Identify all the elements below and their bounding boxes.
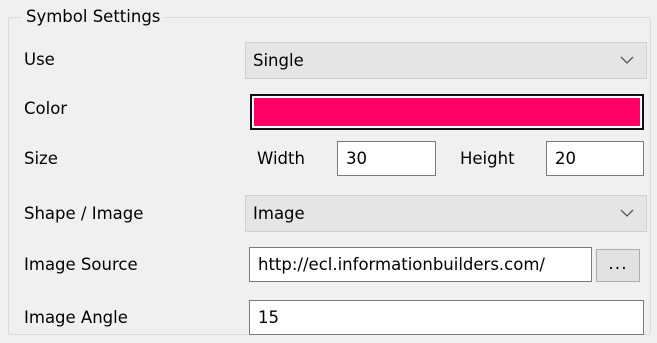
shape-image-dropdown-value: Image — [253, 204, 305, 223]
use-dropdown-value: Single — [253, 51, 304, 70]
use-label: Use — [24, 50, 55, 69]
image-angle-input[interactable]: 15 — [249, 300, 644, 335]
image-angle-label: Image Angle — [24, 308, 128, 327]
height-input[interactable]: 20 — [546, 141, 644, 176]
chevron-down-icon — [620, 209, 634, 217]
shape-image-label: Shape / Image — [24, 204, 144, 223]
width-input[interactable]: 30 — [337, 141, 436, 176]
chevron-down-icon — [620, 56, 634, 64]
use-dropdown[interactable]: Single — [245, 42, 647, 79]
shape-image-dropdown[interactable]: Image — [245, 195, 647, 232]
browse-button[interactable]: ... — [596, 249, 640, 282]
color-swatch — [254, 98, 640, 126]
size-label: Size — [24, 149, 58, 168]
height-label: Height — [460, 149, 515, 168]
image-source-label: Image Source — [24, 255, 138, 274]
group-title: Symbol Settings — [22, 7, 165, 27]
width-label: Width — [257, 149, 305, 168]
color-picker[interactable] — [250, 94, 644, 130]
color-label: Color — [24, 99, 68, 118]
image-source-input[interactable]: http://ecl.informationbuilders.com/ — [249, 247, 592, 282]
